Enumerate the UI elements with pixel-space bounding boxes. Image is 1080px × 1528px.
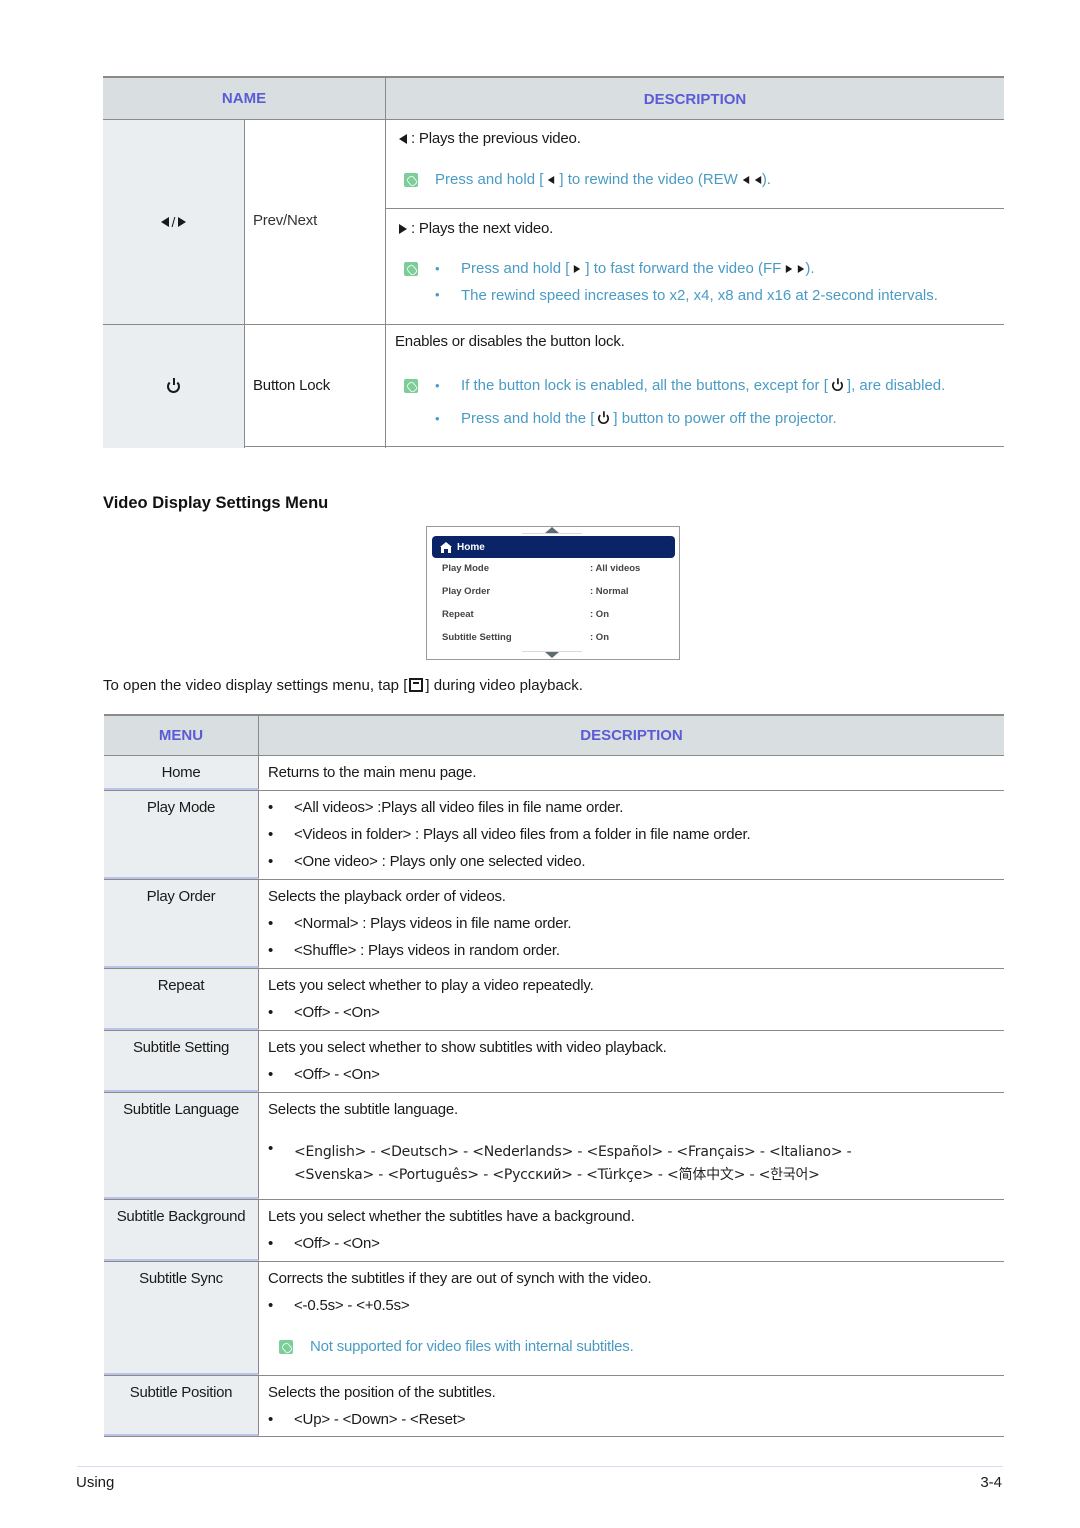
menu-name: Subtitle Background — [104, 1200, 259, 1261]
control-name: Prev/Next — [253, 212, 318, 229]
menu-item-play-order[interactable]: Play Order : Normal — [442, 586, 672, 600]
rewind-icon — [548, 175, 555, 184]
next-desc-cell: : Plays the next video. • Press and hold… — [386, 209, 1004, 325]
table-row: Subtitle Background Lets you select whet… — [104, 1200, 1004, 1262]
prev-next-icon: / — [160, 214, 187, 230]
next-desc: : Plays the next video. — [410, 220, 554, 237]
sync-note: Not supported for video files with inter… — [279, 1338, 1004, 1355]
next-triangle-icon — [399, 224, 407, 235]
menu-key-icon — [409, 678, 424, 692]
table-row: Subtitle Language Selects the subtitle l… — [104, 1093, 1004, 1200]
menu-name: Subtitle Language — [104, 1093, 259, 1199]
note-icon — [404, 261, 418, 276]
intro-text: To open the video display settings menu,… — [103, 677, 583, 694]
button-lock-note-1: • If the button lock is enabled, all the… — [404, 377, 945, 394]
prev-next-name-cell: Prev/Next — [245, 120, 386, 325]
menu-name: Subtitle Position — [104, 1376, 259, 1436]
header-name: NAME — [103, 78, 386, 120]
button-lock-icon-cell — [103, 325, 245, 448]
header-menu: MENU — [104, 716, 259, 756]
table-row: Subtitle Position Selects the position o… — [104, 1376, 1004, 1437]
note-icon — [279, 1339, 293, 1354]
table-row: Repeat Lets you select whether to play a… — [104, 969, 1004, 1031]
prev-note: Press and hold [ ] to rewind the video (… — [404, 171, 771, 188]
menu-item-play-mode[interactable]: Play Mode : All videos — [442, 563, 672, 577]
power-icon — [831, 378, 843, 392]
settings-table: MENU DESCRIPTION Home Returns to the mai… — [104, 714, 1004, 1437]
prev-desc-cell: : Plays the previous video. Press and ho… — [386, 120, 1004, 209]
menu-name: Subtitle Sync — [104, 1262, 259, 1375]
prev-triangle-icon — [399, 134, 407, 145]
menu-screenshot: Home Play Mode : All videos Play Order :… — [426, 526, 680, 660]
table-row: Subtitle Sync Corrects the subtitles if … — [104, 1262, 1004, 1376]
menu-item-repeat[interactable]: Repeat : On — [442, 609, 672, 623]
footer-section: Using — [76, 1474, 115, 1491]
table-row: Play Mode • <All videos> :Plays all video… — [104, 791, 1004, 880]
header-description: DESCRIPTION — [259, 716, 1004, 756]
menu-name: Home — [104, 756, 259, 790]
header-description: DESCRIPTION — [386, 78, 1004, 120]
footer-divider — [77, 1466, 1003, 1467]
button-lock-desc: Enables or disables the button lock. — [395, 333, 625, 350]
fast-forward-icon — [798, 264, 805, 273]
section-title: Video Display Settings Menu — [103, 494, 329, 512]
page-number: 3-4 — [980, 1474, 1002, 1491]
power-icon — [167, 378, 180, 393]
control-name: Button Lock — [253, 377, 331, 394]
menu-name: Play Mode — [104, 791, 259, 879]
prev-next-icon-cell: / — [103, 120, 245, 325]
prev-desc: : Plays the previous video. — [410, 130, 581, 147]
next-note-1: • Press and hold [ ] to fast forward the… — [404, 260, 815, 277]
menu-name: Play Order — [104, 880, 259, 968]
power-icon — [598, 411, 610, 425]
menu-home-item[interactable]: Home — [432, 536, 675, 558]
rewind-icon — [742, 175, 750, 184]
note-icon — [404, 172, 418, 187]
menu-item-subtitle-setting[interactable]: Subtitle Setting : On — [442, 632, 672, 646]
next-note-2: • The rewind speed increases to x2, x4, … — [435, 287, 938, 304]
fast-forward-icon — [786, 264, 793, 273]
note-icon — [404, 378, 418, 393]
table-row: Play Order Selects the playback order of… — [104, 880, 1004, 969]
fast-forward-icon — [574, 264, 581, 273]
menu-name: Subtitle Setting — [104, 1031, 259, 1092]
button-lock-name-cell: Button Lock — [245, 325, 386, 448]
menu-name: Repeat — [104, 969, 259, 1030]
table-row: Subtitle Setting Lets you select whether… — [104, 1031, 1004, 1093]
button-lock-note-2: • Press and hold the [ ] button to power… — [435, 410, 837, 427]
controls-table: NAME DESCRIPTION / Prev/Next : Plays the… — [103, 76, 1004, 448]
table-row: Home Returns to the main menu page. — [104, 756, 1004, 791]
button-lock-desc-cell: Enables or disables the button lock. • I… — [386, 325, 1004, 448]
home-icon — [440, 541, 452, 553]
rewind-icon — [754, 175, 762, 184]
scroll-down-arrow-icon — [545, 652, 559, 658]
